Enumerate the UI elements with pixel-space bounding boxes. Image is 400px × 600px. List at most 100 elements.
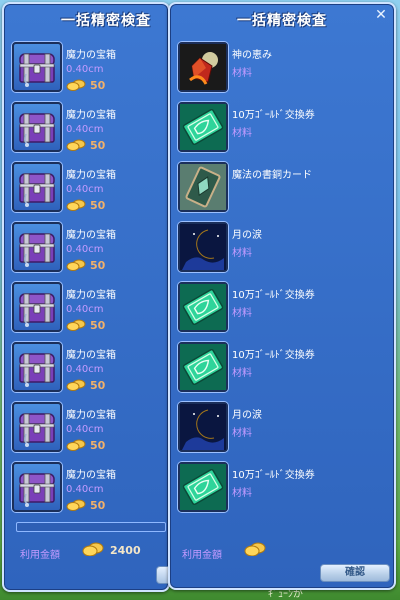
ticket-icon <box>178 282 228 332</box>
item-size: 0.40cm <box>66 64 104 75</box>
item-price: 50 <box>66 438 105 452</box>
list-item[interactable]: 魔力の宝箱 0.40cm 50 <box>10 220 162 280</box>
close-icon[interactable]: ✕ <box>374 8 388 22</box>
list-item[interactable]: 魔力の宝箱 0.40cm 50 <box>10 100 162 160</box>
left-total-label: 利用金額 <box>20 550 60 561</box>
item-price-value: 50 <box>90 498 106 512</box>
list-item[interactable]: 魔力の宝箱 0.40cm 50 <box>10 40 162 100</box>
item-price: 50 <box>66 318 105 332</box>
item-price: 50 <box>66 78 105 92</box>
item-name: 魔力の宝箱 <box>66 470 116 481</box>
item-name: 10万ｺﾞｰﾙﾄﾞ交換券 <box>232 290 315 301</box>
item-size: 0.40cm <box>66 184 104 195</box>
right-inspect-window: 一括精密検査 ✕ 神の恵み 材料 10万ｺﾞｰﾙﾄﾞ交換券 材料 魔法の書銅カー… <box>168 2 396 590</box>
list-item[interactable]: 10万ｺﾞｰﾙﾄﾞ交換券 材料 <box>176 100 388 160</box>
moon-icon <box>178 402 228 452</box>
list-item[interactable]: 月の涙 材料 <box>176 400 388 460</box>
item-name: 神の恵み <box>232 50 272 61</box>
treasure-chest-icon <box>12 462 62 512</box>
item-price-value: 50 <box>90 198 106 212</box>
card-icon <box>178 162 228 212</box>
coin-icon <box>66 319 86 331</box>
item-name: 魔法の書銅カード <box>232 170 312 181</box>
item-price: 50 <box>66 138 105 152</box>
item-price-value: 50 <box>90 78 106 92</box>
item-category: 材料 <box>232 128 252 139</box>
list-item[interactable]: 10万ｺﾞｰﾙﾄﾞ交換券 材料 <box>176 340 388 400</box>
item-category: 材料 <box>232 248 252 259</box>
left-total-value: 2400 <box>110 544 141 557</box>
coin-icon <box>82 542 104 556</box>
item-category: 材料 <box>232 308 252 319</box>
treasure-chest-icon <box>12 102 62 152</box>
treasure-chest-icon <box>12 342 62 392</box>
item-name: 魔力の宝箱 <box>66 170 116 181</box>
item-price-value: 50 <box>90 318 106 332</box>
left-window-title: 一括精密検査 <box>61 13 151 29</box>
item-name: 月の涙 <box>232 410 262 421</box>
ticket-icon <box>178 102 228 152</box>
item-name: 魔力の宝箱 <box>66 230 116 241</box>
list-item[interactable]: 月の涙 材料 <box>176 220 388 280</box>
left-item-list: 魔力の宝箱 0.40cm 50 魔力の宝箱 0.40cm 50 魔力の宝箱 0.… <box>10 40 162 520</box>
list-item[interactable]: 魔力の宝箱 0.40cm 50 <box>10 280 162 340</box>
item-name: 魔力の宝箱 <box>66 410 116 421</box>
item-price: 50 <box>66 258 105 272</box>
item-price: 50 <box>66 498 105 512</box>
coin-icon <box>66 439 86 451</box>
item-name: 10万ｺﾞｰﾙﾄﾞ交換券 <box>232 470 315 481</box>
item-size: 0.40cm <box>66 484 104 495</box>
ticket-icon <box>178 342 228 392</box>
item-price-value: 50 <box>90 258 106 272</box>
right-item-list: 神の恵み 材料 10万ｺﾞｰﾙﾄﾞ交換券 材料 魔法の書銅カード 月の涙 材料 … <box>176 40 388 520</box>
coin-icon <box>66 259 86 271</box>
right-total-label: 利用金額 <box>182 550 222 561</box>
item-category: 材料 <box>232 368 252 379</box>
list-item[interactable]: 魔力の宝箱 0.40cm 50 <box>10 340 162 400</box>
coin-icon <box>66 499 86 511</box>
item-name: 魔力の宝箱 <box>66 350 116 361</box>
list-item[interactable]: 10万ｺﾞｰﾙﾄﾞ交換券 材料 <box>176 460 388 520</box>
list-item[interactable]: 10万ｺﾞｰﾙﾄﾞ交換券 材料 <box>176 280 388 340</box>
gem-fire-icon <box>178 42 228 92</box>
coin-icon <box>244 542 266 556</box>
item-price: 50 <box>66 378 105 392</box>
item-category: 材料 <box>232 428 252 439</box>
treasure-chest-icon <box>12 162 62 212</box>
list-item[interactable]: 神の恵み 材料 <box>176 40 388 100</box>
right-window-title: 一括精密検査 <box>237 13 327 29</box>
item-size: 0.40cm <box>66 124 104 135</box>
item-price: 50 <box>66 198 105 212</box>
left-inspect-window: 一括精密検査 魔力の宝箱 0.40cm 50 魔力の宝箱 0.40cm 50 魔… <box>2 2 170 592</box>
item-name: 魔力の宝箱 <box>66 110 116 121</box>
moon-icon <box>178 222 228 272</box>
item-category: 材料 <box>232 68 252 79</box>
item-size: 0.40cm <box>66 364 104 375</box>
list-item[interactable]: 魔力の宝箱 0.40cm 50 <box>10 400 162 460</box>
item-price-value: 50 <box>90 438 106 452</box>
ticket-icon <box>178 462 228 512</box>
coin-icon <box>66 199 86 211</box>
item-name: 月の涙 <box>232 230 262 241</box>
item-name: 10万ｺﾞｰﾙﾄﾞ交換券 <box>232 350 315 361</box>
item-price-value: 50 <box>90 138 106 152</box>
item-name: 魔力の宝箱 <box>66 290 116 301</box>
confirm-button[interactable]: 確認 <box>320 564 390 582</box>
list-item[interactable]: 魔力の宝箱 0.40cm 50 <box>10 460 162 520</box>
item-category: 材料 <box>232 488 252 499</box>
list-item[interactable]: 魔力の宝箱 0.40cm 50 <box>10 160 162 220</box>
item-name: 魔力の宝箱 <box>66 50 116 61</box>
coin-icon <box>66 79 86 91</box>
treasure-chest-icon <box>12 402 62 452</box>
list-item[interactable]: 魔法の書銅カード <box>176 160 388 220</box>
treasure-chest-icon <box>12 282 62 332</box>
coin-icon <box>66 379 86 391</box>
item-size: 0.40cm <box>66 424 104 435</box>
treasure-chest-icon <box>12 222 62 272</box>
item-name: 10万ｺﾞｰﾙﾄﾞ交換券 <box>232 110 315 121</box>
treasure-chest-icon <box>12 42 62 92</box>
left-scrollbar[interactable] <box>16 522 166 532</box>
item-size: 0.40cm <box>66 244 104 255</box>
item-price-value: 50 <box>90 378 106 392</box>
coin-icon <box>66 139 86 151</box>
